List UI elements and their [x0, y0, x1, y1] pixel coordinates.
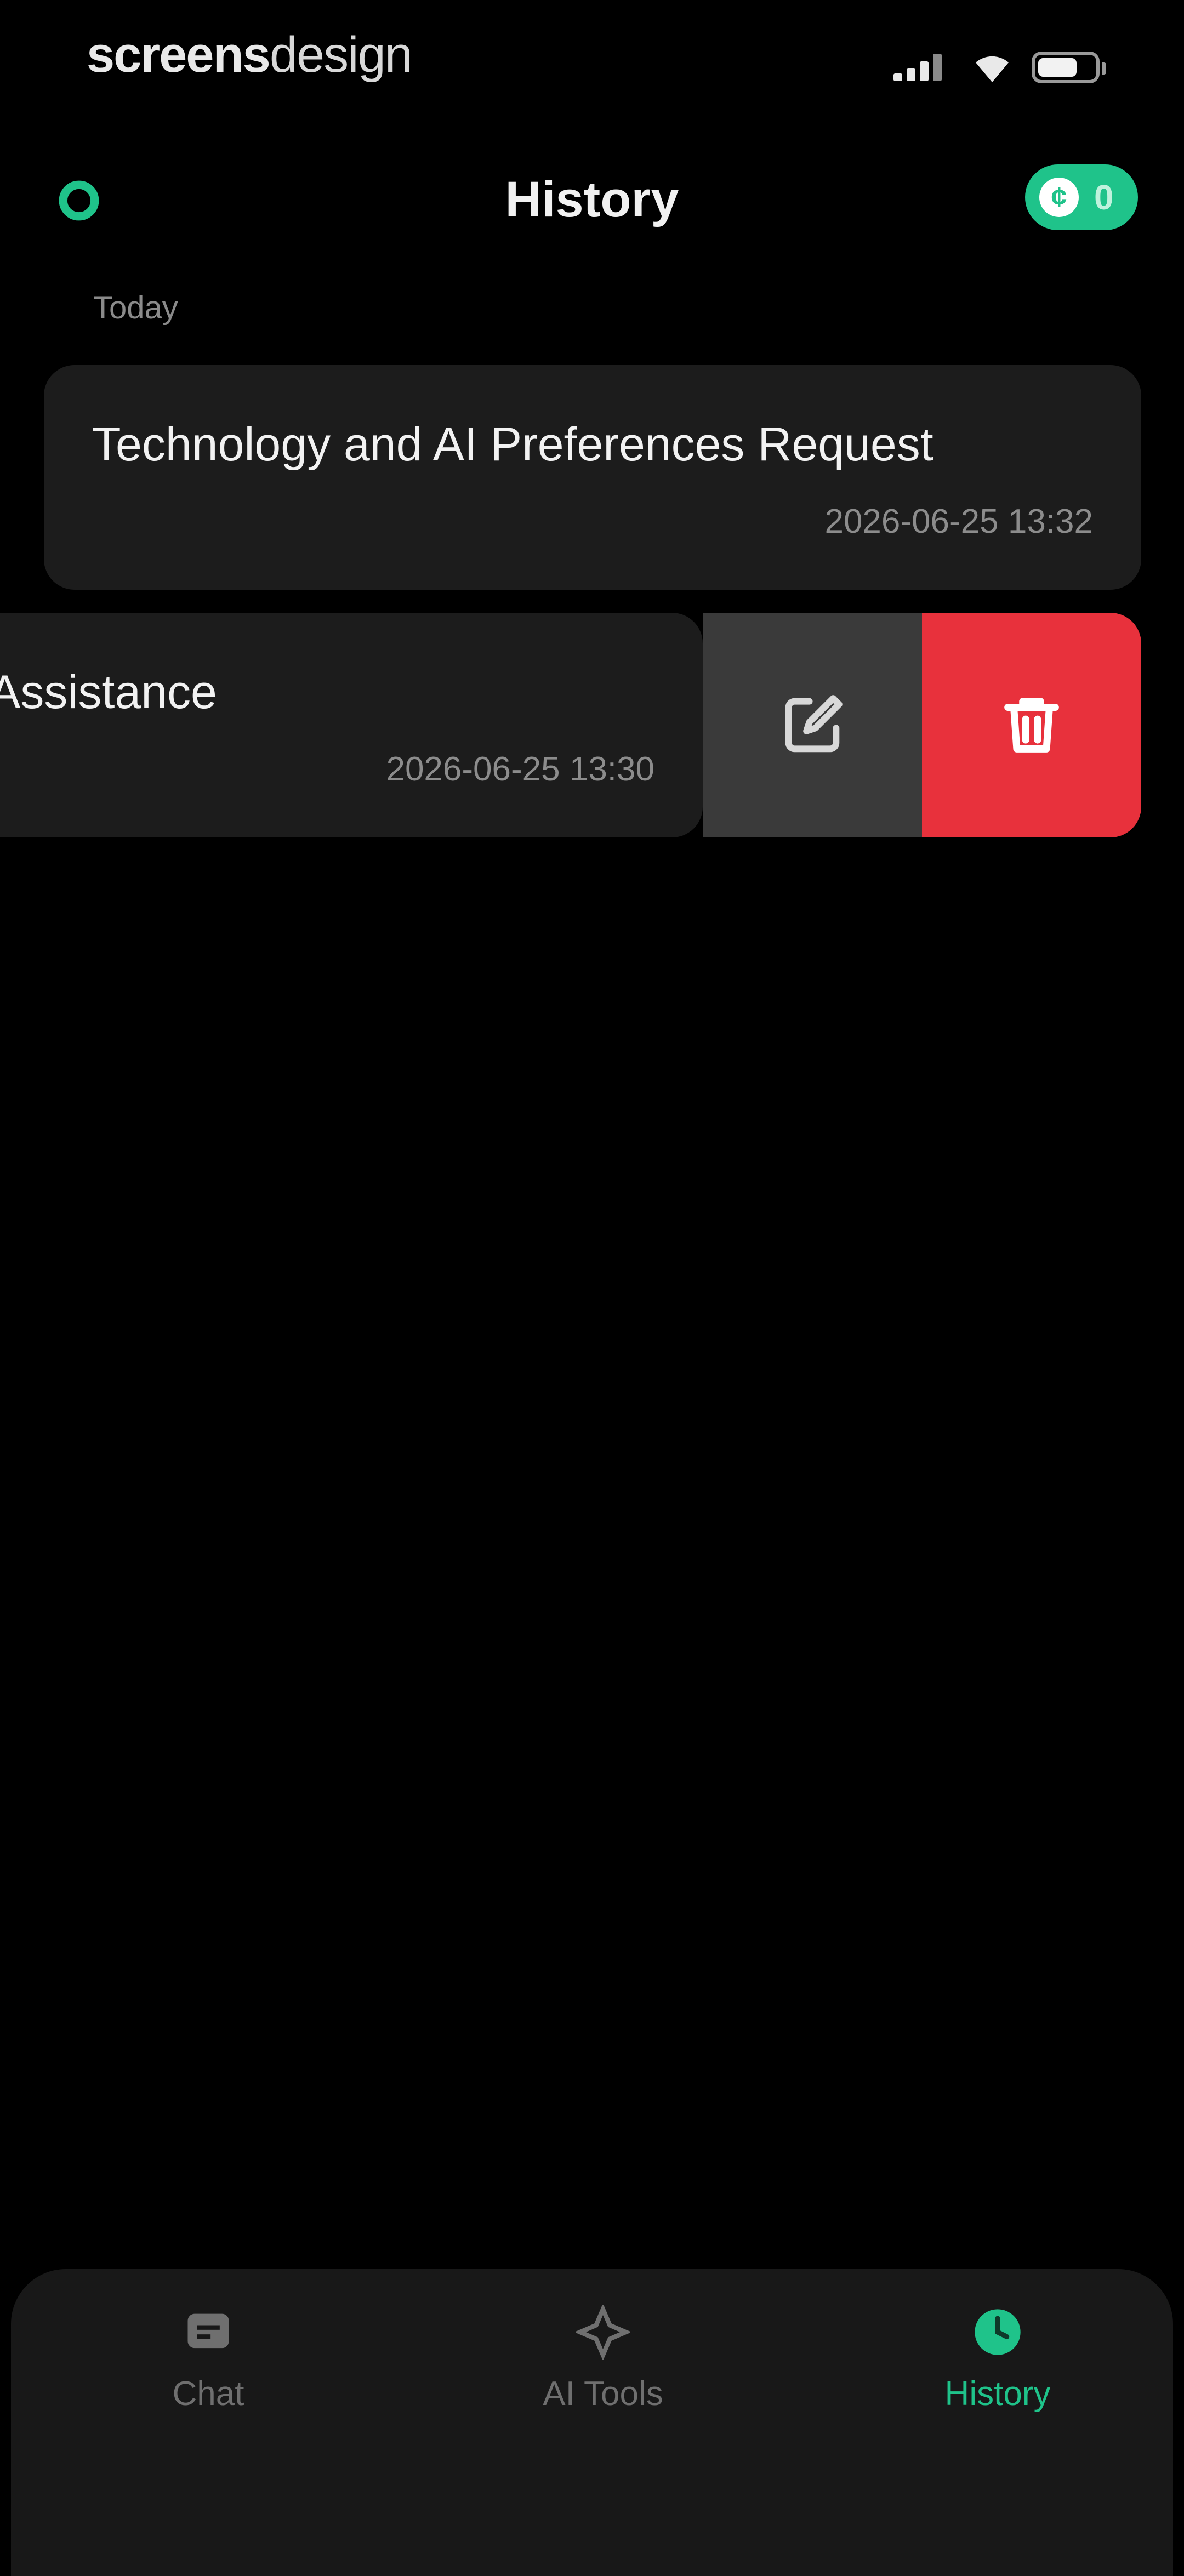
history-item-title: Technology and AI Preferences Request: [92, 418, 933, 471]
history-item-timestamp: 2026-06-25 13:30: [386, 750, 654, 788]
tab-label: History: [944, 2375, 1051, 2413]
status-bar: screensdesign: [0, 0, 1184, 115]
page-title: History: [505, 172, 679, 227]
chat-icon: [178, 2302, 238, 2362]
delete-button[interactable]: [922, 613, 1141, 837]
ai-tools-icon: [573, 2302, 633, 2362]
history-item[interactable]: Assistance 2026-06-25 13:30: [0, 613, 703, 837]
coin-icon: ¢: [1039, 178, 1079, 217]
history-item[interactable]: Technology and AI Preferences Request 20…: [44, 365, 1141, 590]
swiped-history-row: Assistance 2026-06-25 13:30: [0, 613, 1141, 837]
tab-history[interactable]: History: [883, 2302, 1113, 2444]
tab-ai-tools[interactable]: AI Tools: [488, 2302, 718, 2444]
tab-chat[interactable]: Chat: [93, 2302, 323, 2444]
history-item-title: Assistance: [0, 666, 217, 719]
brand-watermark: screensdesign: [87, 27, 413, 83]
rename-button[interactable]: [703, 613, 922, 837]
history-item-timestamp: 2026-06-25 13:32: [824, 503, 1093, 540]
tab-bar: Chat AI Tools History: [11, 2269, 1173, 2576]
battery-icon: [1032, 52, 1106, 83]
credits-badge[interactable]: ¢ 0: [1025, 164, 1138, 230]
section-label-today: Today: [93, 290, 178, 326]
header: History ¢ 0: [0, 148, 1184, 258]
tab-label: Chat: [172, 2375, 244, 2413]
wifi-icon: [976, 56, 1009, 82]
history-icon: [967, 2302, 1028, 2362]
tab-label: AI Tools: [543, 2375, 663, 2413]
signal-icon: [893, 53, 943, 81]
trash-icon: [1004, 698, 1059, 753]
credits-count: 0: [1094, 178, 1114, 217]
edit-icon: [785, 695, 843, 753]
